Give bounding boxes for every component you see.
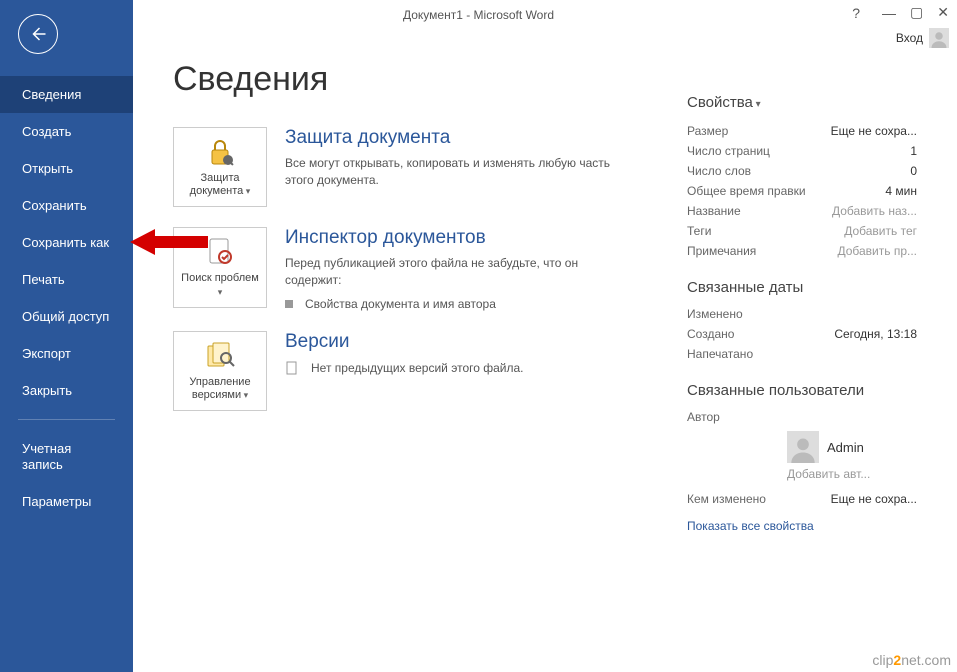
- check-issues-button[interactable]: Поиск проблем: [173, 227, 267, 307]
- versions-desc: Нет предыдущих версий этого файла.: [285, 361, 625, 375]
- nav-share[interactable]: Общий доступ: [0, 298, 133, 335]
- date-printed: Напечатано: [687, 344, 917, 364]
- nav-info[interactable]: Сведения: [0, 76, 133, 113]
- minimize-icon[interactable]: —: [882, 5, 896, 21]
- author-label-row: Автор: [687, 407, 917, 427]
- prop-size: РазмерЕще не сохра...: [687, 121, 917, 141]
- nav-export[interactable]: Экспорт: [0, 335, 133, 372]
- avatar-icon: [787, 431, 819, 463]
- nav-separator: [18, 419, 115, 420]
- properties-panel: Свойства РазмерЕще не сохра... Число стр…: [687, 94, 917, 535]
- prop-pages: Число страниц1: [687, 141, 917, 161]
- nav-open[interactable]: Открыть: [0, 150, 133, 187]
- manage-versions-button[interactable]: Управление версиями: [173, 331, 267, 411]
- versions-icon: [204, 340, 236, 372]
- properties-dropdown[interactable]: Свойства: [687, 94, 917, 111]
- nav-print[interactable]: Печать: [0, 261, 133, 298]
- protect-document-button[interactable]: Защита документа: [173, 127, 267, 207]
- window-title: Документ1 - Microsoft Word: [403, 8, 554, 22]
- date-modified: Изменено: [687, 304, 917, 324]
- users-header: Связанные пользователи: [687, 382, 917, 399]
- protect-title: Защита документа: [285, 127, 625, 149]
- date-created: СозданоСегодня, 13:18: [687, 324, 917, 344]
- help-icon[interactable]: ?: [852, 5, 860, 21]
- nav-close[interactable]: Закрыть: [0, 372, 133, 409]
- window-controls: ? — ▢ ✕: [852, 4, 949, 21]
- author-row[interactable]: Admin: [787, 431, 917, 463]
- lock-icon: [204, 136, 236, 168]
- inspect-bullet: Свойства документа и имя автора: [285, 297, 625, 311]
- nav-options[interactable]: Параметры: [0, 483, 133, 520]
- prop-comments[interactable]: ПримечанияДобавить пр...: [687, 241, 917, 261]
- add-author-link[interactable]: Добавить авт...: [787, 467, 917, 481]
- maximize-icon[interactable]: ▢: [910, 4, 923, 21]
- backstage-sidebar: Сведения Создать Открыть Сохранить Сохра…: [0, 0, 133, 672]
- nav-list: Сведения Создать Открыть Сохранить Сохра…: [0, 76, 133, 520]
- show-all-properties-link[interactable]: Показать все свойства: [687, 519, 814, 533]
- modified-by: Кем измененоЕще не сохра...: [687, 489, 917, 509]
- nav-new[interactable]: Создать: [0, 113, 133, 150]
- protect-desc: Все могут открывать, копировать и изменя…: [285, 155, 625, 189]
- prop-edit-time: Общее время правки4 мин: [687, 181, 917, 201]
- versions-title: Версии: [285, 331, 625, 353]
- inspect-title: Инспектор документов: [285, 227, 625, 249]
- dates-header: Связанные даты: [687, 279, 917, 296]
- close-icon[interactable]: ✕: [937, 4, 949, 21]
- titlebar: Документ1 - Microsoft Word ? — ▢ ✕: [0, 0, 957, 30]
- nav-save-as[interactable]: Сохранить как: [0, 224, 133, 261]
- prop-tags[interactable]: ТегиДобавить тег: [687, 221, 917, 241]
- document-icon: [285, 361, 299, 375]
- main-content: Сведения Защита документа Защита докумен…: [133, 30, 957, 672]
- document-check-icon: [204, 236, 236, 268]
- nav-save[interactable]: Сохранить: [0, 187, 133, 224]
- prop-title[interactable]: НазваниеДобавить наз...: [687, 201, 917, 221]
- watermark: clip2net.com: [872, 652, 951, 668]
- nav-account[interactable]: Учетная запись: [0, 430, 133, 483]
- back-button[interactable]: [18, 14, 58, 54]
- inspect-desc: Перед публикацией этого файла не забудьт…: [285, 255, 625, 289]
- prop-words: Число слов0: [687, 161, 917, 181]
